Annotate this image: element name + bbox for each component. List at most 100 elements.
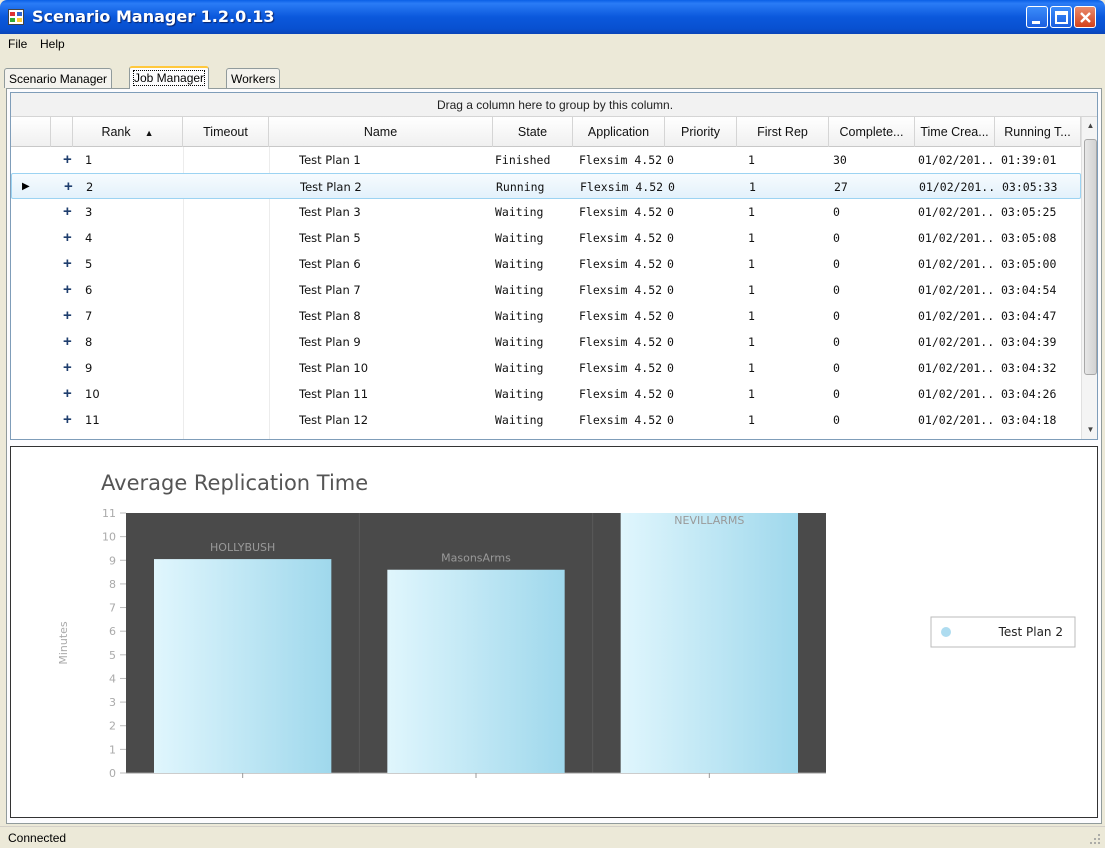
expand-row-icon[interactable]: + <box>63 147 72 173</box>
cell-state[interactable]: Waiting <box>495 199 571 225</box>
cell-running-time[interactable]: 03:04:32 <box>1001 355 1079 381</box>
cell-priority[interactable]: 0 <box>668 174 734 200</box>
minimize-button[interactable] <box>1026 6 1048 28</box>
cell-complete[interactable]: 0 <box>833 433 913 439</box>
cell-first-rep[interactable]: 1 <box>748 329 824 355</box>
cell-running-time[interactable]: 03:05:08 <box>1001 225 1079 251</box>
cell-priority[interactable]: 0 <box>667 433 733 439</box>
cell-running-time[interactable]: 03:04:10 <box>1001 433 1079 439</box>
cell-first-rep[interactable]: 1 <box>748 251 824 277</box>
table-row[interactable]: +10 Test Plan 11 Waiting Flexsim 4.52 0 1 0 01/… <box>11 381 1081 407</box>
cell-complete[interactable]: 0 <box>833 251 913 277</box>
cell-application[interactable]: Flexsim 4.52 <box>579 329 663 355</box>
cell-time-created[interactable]: 01/02/201... <box>918 251 996 277</box>
cell-timeout[interactable] <box>187 355 267 381</box>
expand-row-icon[interactable]: + <box>63 225 72 251</box>
tab-workers[interactable]: Workers <box>226 68 281 88</box>
cell-time-created[interactable]: 01/02/201... <box>918 225 996 251</box>
cell-state[interactable]: Waiting <box>495 407 571 433</box>
cell-running-time[interactable]: 03:05:00 <box>1001 251 1079 277</box>
cell-time-created[interactable]: 01/02/201... <box>918 329 996 355</box>
cell-timeout[interactable] <box>188 174 268 200</box>
close-button[interactable] <box>1074 6 1096 28</box>
cell-first-rep[interactable]: 1 <box>748 199 824 225</box>
cell-state[interactable]: Waiting <box>495 433 571 439</box>
cell-first-rep[interactable]: 1 <box>748 381 824 407</box>
maximize-button[interactable] <box>1050 6 1072 28</box>
cell-rank[interactable]: 6 <box>85 277 175 303</box>
cell-running-time[interactable]: 01:39:01 <box>1001 147 1079 173</box>
column-header-first-rep[interactable]: First Rep <box>737 117 829 147</box>
table-row[interactable]: +6 Test Plan 7 Waiting Flexsim 4.52 0 1 0 01/02… <box>11 277 1081 303</box>
expand-row-icon[interactable]: + <box>63 433 72 439</box>
table-row[interactable]: ▶ +2 Test Plan 2 Running Flexsim 4.52 0 1 27 01/… <box>11 173 1081 199</box>
cell-application[interactable]: Flexsim 4.52 <box>579 147 663 173</box>
cell-first-rep[interactable]: 1 <box>749 174 825 200</box>
expand-row-icon[interactable]: + <box>63 303 72 329</box>
cell-priority[interactable]: 0 <box>667 381 733 407</box>
grid-vertical-scrollbar[interactable]: ▲ ▼ <box>1081 117 1097 439</box>
cell-priority[interactable]: 0 <box>667 225 733 251</box>
cell-rank[interactable]: 12 <box>85 433 175 439</box>
table-row[interactable]: +3 Test Plan 3 Waiting Flexsim 4.52 0 1 0 01/02… <box>11 199 1081 225</box>
expand-row-icon[interactable]: + <box>63 251 72 277</box>
cell-name[interactable]: Test Plan 9 <box>299 329 489 355</box>
cell-complete[interactable]: 27 <box>834 174 914 200</box>
cell-state[interactable]: Waiting <box>495 225 571 251</box>
cell-priority[interactable]: 0 <box>667 303 733 329</box>
column-header-application[interactable]: Application <box>573 117 665 147</box>
cell-time-created[interactable]: 01/02/201... <box>919 174 997 200</box>
cell-timeout[interactable] <box>187 381 267 407</box>
cell-time-created[interactable]: 01/02/201... <box>918 381 996 407</box>
table-row[interactable]: +7 Test Plan 8 Waiting Flexsim 4.52 0 1 0 01/02… <box>11 303 1081 329</box>
cell-state[interactable]: Waiting <box>495 277 571 303</box>
cell-timeout[interactable] <box>187 277 267 303</box>
cell-running-time[interactable]: 03:04:18 <box>1001 407 1079 433</box>
cell-priority[interactable]: 0 <box>667 329 733 355</box>
cell-running-time[interactable]: 03:04:47 <box>1001 303 1079 329</box>
expand-row-icon[interactable]: + <box>63 329 72 355</box>
cell-application[interactable]: Flexsim 4.52 <box>579 251 663 277</box>
cell-state[interactable]: Finished <box>495 147 571 173</box>
cell-rank[interactable]: 11 <box>85 407 175 433</box>
cell-name[interactable]: Test Plan 7 <box>299 277 489 303</box>
column-header-complete[interactable]: Complete... <box>829 117 915 147</box>
column-header-rank[interactable]: Rank ▲ <box>73 117 183 147</box>
cell-first-rep[interactable]: 1 <box>748 355 824 381</box>
cell-time-created[interactable]: 01/02/201... <box>918 433 996 439</box>
cell-name[interactable]: Test Plan 10 <box>299 355 489 381</box>
column-header-running-time[interactable]: Running T... <box>995 117 1081 147</box>
cell-name[interactable]: Test Plan 6 <box>299 251 489 277</box>
cell-timeout[interactable] <box>187 225 267 251</box>
table-row[interactable]: +11 Test Plan 12 Waiting Flexsim 4.52 0 1 0 01/… <box>11 407 1081 433</box>
cell-timeout[interactable] <box>187 199 267 225</box>
cell-name[interactable]: Test Plan 3 <box>299 199 489 225</box>
cell-rank[interactable]: 9 <box>85 355 175 381</box>
cell-rank[interactable]: 2 <box>86 174 176 200</box>
cell-state[interactable]: Running <box>496 174 572 200</box>
cell-complete[interactable]: 0 <box>833 199 913 225</box>
cell-complete[interactable]: 0 <box>833 277 913 303</box>
scroll-down-icon[interactable]: ▼ <box>1082 421 1097 438</box>
cell-rank[interactable]: 3 <box>85 199 175 225</box>
column-header-name[interactable]: Name <box>269 117 493 147</box>
cell-state[interactable]: Waiting <box>495 381 571 407</box>
table-row[interactable]: +12 Test Plan 13 Waiting Flexsim 4.52 0 1 0 01/… <box>11 433 1081 439</box>
cell-timeout[interactable] <box>187 407 267 433</box>
cell-complete[interactable]: 0 <box>833 303 913 329</box>
expand-row-icon[interactable]: + <box>64 174 73 200</box>
table-row[interactable]: +4 Test Plan 5 Waiting Flexsim 4.52 0 1 0 01/02… <box>11 225 1081 251</box>
cell-first-rep[interactable]: 1 <box>748 433 824 439</box>
cell-running-time[interactable]: 03:05:25 <box>1001 199 1079 225</box>
table-row[interactable]: +5 Test Plan 6 Waiting Flexsim 4.52 0 1 0 01/02… <box>11 251 1081 277</box>
cell-rank[interactable]: 7 <box>85 303 175 329</box>
tab-scenario-manager[interactable]: Scenario Manager <box>4 68 113 88</box>
cell-rank[interactable]: 1 <box>85 147 175 173</box>
cell-priority[interactable]: 0 <box>667 199 733 225</box>
cell-rank[interactable]: 10 <box>85 381 175 407</box>
cell-application[interactable]: Flexsim 4.52 <box>580 174 664 200</box>
cell-running-time[interactable]: 03:04:26 <box>1001 381 1079 407</box>
cell-complete[interactable]: 0 <box>833 407 913 433</box>
cell-complete[interactable]: 0 <box>833 381 913 407</box>
cell-first-rep[interactable]: 1 <box>748 225 824 251</box>
